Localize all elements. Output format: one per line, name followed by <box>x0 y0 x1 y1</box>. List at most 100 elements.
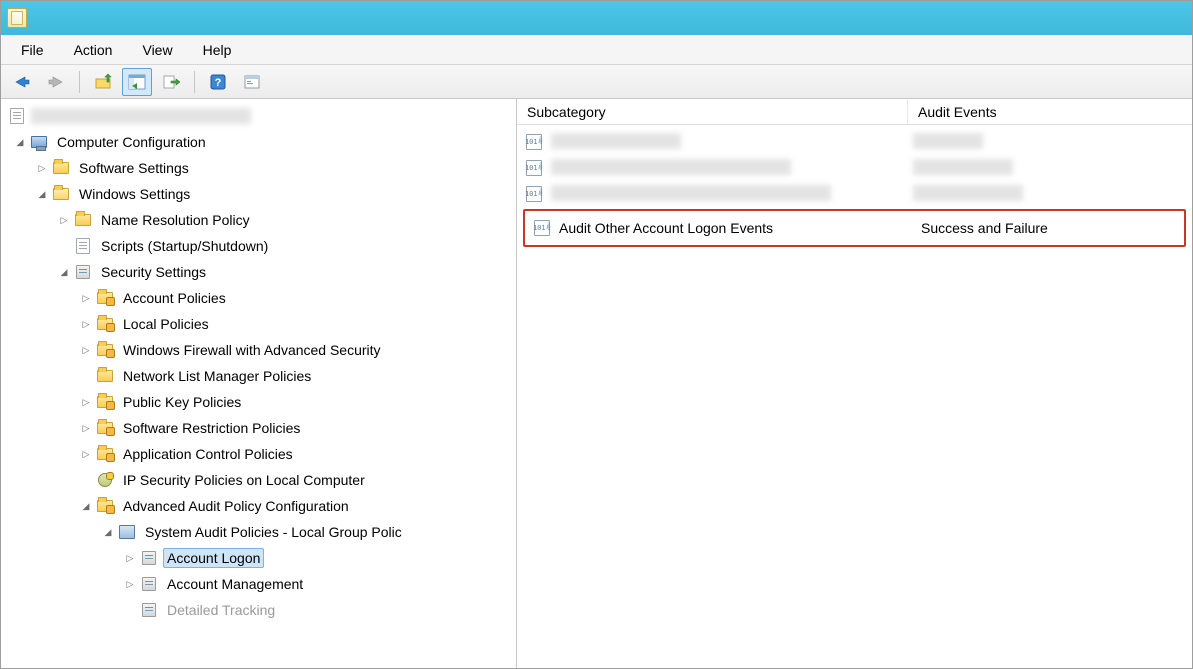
audit-policy-icon <box>523 186 545 202</box>
collapse-toggle[interactable]: ◢ <box>13 135 27 149</box>
svg-text:?: ? <box>215 77 222 89</box>
redacted-text <box>551 159 791 175</box>
tree-item-network-list[interactable]: Network List Manager Policies <box>119 366 315 386</box>
expand-toggle[interactable]: ▷ <box>123 551 137 565</box>
highlighted-row-box: Audit Other Account Logon Events Success… <box>523 209 1186 247</box>
folder-lock-icon <box>95 289 115 307</box>
navigation-tree[interactable]: ◢ Computer Configuration ▷ Software Sett <box>1 99 517 668</box>
folder-lock-icon <box>95 419 115 437</box>
menu-view[interactable]: View <box>128 38 186 62</box>
tree-item-windows-firewall[interactable]: Windows Firewall with Advanced Security <box>119 340 385 360</box>
back-icon <box>12 74 32 90</box>
ipsec-icon <box>95 471 115 489</box>
policy-item-icon <box>139 601 159 619</box>
back-button[interactable] <box>7 68 37 96</box>
help-button[interactable]: ? <box>203 68 233 96</box>
expand-toggle[interactable]: ▷ <box>79 291 93 305</box>
tree-item-app-control[interactable]: Application Control Policies <box>119 444 297 464</box>
properties-button[interactable] <box>237 68 267 96</box>
tree-item-advanced-audit[interactable]: Advanced Audit Policy Configuration <box>119 496 353 516</box>
title-bar <box>1 1 1192 35</box>
cell-audit-events: Success and Failure <box>917 220 1178 236</box>
folder-lock-icon <box>95 497 115 515</box>
menu-bar: File Action View Help <box>1 35 1192 65</box>
tree-item-scripts[interactable]: Scripts (Startup/Shutdown) <box>97 236 272 256</box>
folder-lock-icon <box>95 445 115 463</box>
window-icon <box>243 73 261 91</box>
table-row[interactable]: Audit Other Account Logon Events Success… <box>531 215 1178 241</box>
collapse-toggle[interactable]: ◢ <box>101 525 115 539</box>
security-icon <box>73 263 93 281</box>
folder-lock-icon <box>95 315 115 333</box>
audit-policy-icon <box>531 220 553 236</box>
app-icon <box>7 8 27 28</box>
tree-item-account-management[interactable]: Account Management <box>163 574 307 594</box>
expand-toggle[interactable]: ▷ <box>79 447 93 461</box>
list-header: Subcategory Audit Events <box>517 99 1192 125</box>
tree-item-windows-settings[interactable]: Windows Settings <box>75 184 194 204</box>
expand-toggle[interactable]: ▷ <box>79 421 93 435</box>
forward-icon <box>46 74 66 90</box>
table-row[interactable] <box>523 155 1186 181</box>
tree-item-ip-security[interactable]: IP Security Policies on Local Computer <box>119 470 369 490</box>
tree-pane-icon <box>128 73 146 91</box>
show-hide-tree-button[interactable] <box>122 68 152 96</box>
collapse-toggle[interactable]: ◢ <box>79 499 93 513</box>
table-row[interactable] <box>523 129 1186 155</box>
tree-item-account-policies[interactable]: Account Policies <box>119 288 230 308</box>
tree-item-software-restriction[interactable]: Software Restriction Policies <box>119 418 304 438</box>
redacted-text <box>913 185 1023 201</box>
expand-toggle[interactable]: ▷ <box>79 395 93 409</box>
menu-action[interactable]: Action <box>60 38 127 62</box>
folder-up-icon <box>94 73 112 91</box>
app-window: File Action View Help ? <box>0 0 1193 669</box>
column-subcategory[interactable]: Subcategory <box>517 100 907 124</box>
list-body: Audit Other Account Logon Events Success… <box>517 125 1192 247</box>
tree-item-public-key[interactable]: Public Key Policies <box>119 392 245 412</box>
cell-subcategory: Audit Other Account Logon Events <box>553 220 917 236</box>
computer-icon <box>29 133 49 151</box>
table-row[interactable] <box>523 181 1186 207</box>
menu-file[interactable]: File <box>7 38 58 62</box>
policy-item-icon <box>139 549 159 567</box>
column-audit-events[interactable]: Audit Events <box>907 100 1192 124</box>
script-icon <box>73 237 93 255</box>
up-button[interactable] <box>88 68 118 96</box>
tree-item-security-settings[interactable]: Security Settings <box>97 262 210 282</box>
audit-policy-icon <box>523 160 545 176</box>
expand-toggle[interactable]: ▷ <box>35 161 49 175</box>
collapse-toggle[interactable]: ◢ <box>57 265 71 279</box>
tree-item-system-audit[interactable]: System Audit Policies - Local Group Poli… <box>141 522 406 542</box>
expand-toggle[interactable]: ▷ <box>57 213 71 227</box>
export-button[interactable] <box>156 68 186 96</box>
document-icon <box>7 107 27 125</box>
tree-item-software-settings[interactable]: Software Settings <box>75 158 193 178</box>
main-area: ◢ Computer Configuration ▷ Software Sett <box>1 99 1192 668</box>
redacted-text <box>551 185 831 201</box>
collapse-toggle[interactable]: ◢ <box>35 187 49 201</box>
policy-group-icon <box>117 523 137 541</box>
folder-icon <box>95 367 115 385</box>
folder-icon <box>51 159 71 177</box>
tree-item-local-policies[interactable]: Local Policies <box>119 314 213 334</box>
policy-item-icon <box>139 575 159 593</box>
tree-item-account-logon[interactable]: Account Logon <box>163 548 264 568</box>
expand-toggle[interactable]: ▷ <box>79 317 93 331</box>
tree-item-computer-configuration[interactable]: Computer Configuration <box>53 132 210 152</box>
tree-item-name-resolution[interactable]: Name Resolution Policy <box>97 210 254 230</box>
expand-toggle[interactable]: ▷ <box>79 343 93 357</box>
audit-policy-icon <box>523 134 545 150</box>
folder-open-icon <box>51 185 71 203</box>
folder-lock-icon <box>95 341 115 359</box>
toolbar: ? <box>1 65 1192 99</box>
folder-icon <box>73 211 93 229</box>
redacted-text <box>551 133 681 149</box>
redacted-text <box>913 133 983 149</box>
menu-help[interactable]: Help <box>189 38 246 62</box>
expand-toggle[interactable]: ▷ <box>123 577 137 591</box>
tree-item-detailed-tracking[interactable]: Detailed Tracking <box>163 600 279 620</box>
help-icon: ? <box>209 73 227 91</box>
forward-button[interactable] <box>41 68 71 96</box>
export-icon <box>162 73 180 91</box>
folder-lock-icon <box>95 393 115 411</box>
